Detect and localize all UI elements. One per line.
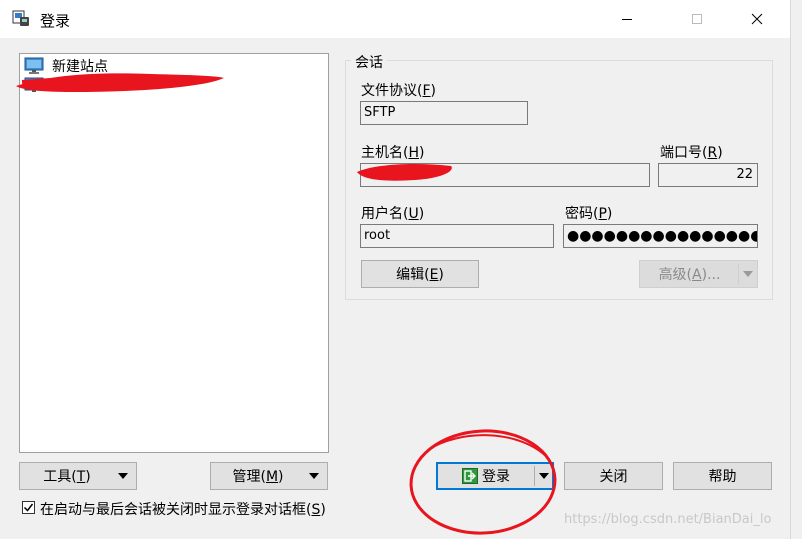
- show-login-dialog-label[interactable]: 在启动与最后会话被关闭时显示登录对话框(S): [40, 499, 326, 519]
- redaction-scribble: [16, 73, 224, 92]
- tools-button[interactable]: 工具(T): [19, 462, 137, 490]
- edit-button[interactable]: 编辑(E): [361, 260, 479, 288]
- help-button[interactable]: 帮助: [673, 462, 772, 490]
- chevron-down-icon: [743, 271, 753, 277]
- manage-button-label: 管理(M): [232, 469, 284, 485]
- maximize-button[interactable]: [674, 0, 720, 38]
- advanced-dropdown-arrow[interactable]: [739, 261, 757, 287]
- close-icon: [751, 13, 763, 25]
- port-field[interactable]: 22: [658, 163, 758, 187]
- password-label: 密码(P): [565, 206, 613, 222]
- watermark-text: https://blog.csdn.net/BianDai_lo: [564, 512, 772, 527]
- advanced-button[interactable]: 高级(A)...: [639, 260, 758, 288]
- password-field[interactable]: ●●●●●●●●●●●●●●●●: [563, 224, 758, 248]
- manage-dropdown-arrow: [305, 463, 323, 489]
- checkmark-icon: [23, 503, 34, 512]
- window-title: 登录: [40, 12, 71, 30]
- close-button[interactable]: 关闭: [564, 462, 663, 490]
- tools-dropdown-arrow: [114, 463, 132, 489]
- close-button-label: 关闭: [599, 469, 628, 485]
- username-field[interactable]: root: [360, 224, 554, 248]
- session-group-label: 会话: [351, 52, 387, 72]
- protocol-label: 文件协议(F): [361, 83, 436, 99]
- show-login-dialog-checkbox[interactable]: [22, 501, 35, 514]
- winscp-app-icon: [12, 10, 29, 26]
- login-dialog: 登录 新建站点 会话 文件协议(F) SFTP 主机名(H) 端口号(R) 22…: [0, 0, 791, 539]
- edit-button-label: 编辑(E): [396, 267, 444, 283]
- minimize-button[interactable]: [604, 0, 650, 38]
- tools-button-label: 工具(T): [43, 469, 91, 485]
- manage-button[interactable]: 管理(M): [210, 462, 328, 490]
- site-list[interactable]: 新建站点: [16, 53, 329, 453]
- minimize-icon: [622, 19, 632, 20]
- annotation-circle: [409, 429, 557, 535]
- protocol-select[interactable]: SFTP: [360, 101, 528, 125]
- title-bar: 登录: [0, 0, 790, 38]
- close-window-button[interactable]: [734, 0, 780, 38]
- help-button-label: 帮助: [708, 469, 737, 485]
- username-label: 用户名(U): [361, 206, 425, 222]
- maximize-icon: [692, 14, 702, 24]
- port-label: 端口号(R): [660, 145, 723, 161]
- host-label: 主机名(H): [361, 145, 425, 161]
- redaction-scribble: [357, 164, 452, 181]
- chevron-down-icon: [309, 473, 319, 479]
- advanced-button-label: 高级(A)...: [658, 267, 721, 283]
- chevron-down-icon: [118, 473, 128, 479]
